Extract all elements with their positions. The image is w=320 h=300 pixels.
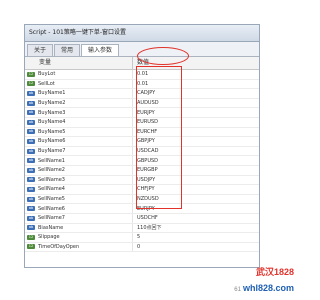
parameter-name: Slippage: [38, 234, 60, 241]
tab-0[interactable]: 关于: [27, 44, 54, 56]
string-type-icon: ab: [27, 129, 35, 135]
window-title: Script - 101策略一键下单-窗口设置: [25, 25, 259, 42]
string-type-icon: ab: [27, 148, 35, 154]
parameter-name: BuyLot: [38, 71, 56, 78]
string-type-icon: ab: [27, 206, 35, 212]
watermark-prefix: 61: [234, 287, 241, 293]
parameter-value[interactable]: 0: [133, 244, 259, 250]
parameter-name: BuyName5: [38, 128, 66, 135]
string-type-icon: ab: [27, 186, 35, 192]
parameter-name: BuyName6: [38, 138, 66, 145]
tab-2[interactable]: 输入参数: [81, 44, 120, 56]
parameter-name: BuyName1: [38, 90, 66, 97]
parameter-name: SellName1: [38, 157, 65, 164]
parameter-name: SellLot: [38, 80, 55, 87]
parameter-name: TimeOfDayOpen: [38, 243, 80, 250]
watermark-line2: whl828.com: [242, 283, 294, 293]
string-type-icon: ab: [27, 119, 35, 125]
parameter-row[interactable]: 12 Slippage 5: [25, 233, 259, 243]
string-type-icon: ab: [27, 215, 35, 221]
parameter-name: SellName2: [38, 167, 65, 174]
string-type-icon: ab: [27, 225, 35, 231]
parameter-name: SellName5: [38, 196, 65, 203]
string-type-icon: ab: [27, 100, 35, 106]
parameter-value[interactable]: 5: [133, 234, 259, 240]
string-type-icon: ab: [27, 196, 35, 202]
tab-1[interactable]: 常用: [54, 44, 81, 56]
string-type-icon: ab: [27, 110, 35, 116]
parameter-name: BiasName: [38, 224, 64, 231]
parameter-name: SellName4: [38, 186, 65, 193]
parameter-name: BuyName7: [38, 148, 66, 155]
string-type-icon: ab: [27, 158, 35, 164]
parameter-row[interactable]: ab BiasName 110点回下: [25, 223, 259, 234]
parameter-name: SellName6: [38, 205, 65, 212]
string-type-icon: ab: [27, 90, 35, 96]
parameter-name: BuyName4: [38, 119, 66, 126]
numeric-type-icon: 12: [27, 234, 35, 240]
parameter-row[interactable]: ab SellName7 USDCHF: [25, 213, 259, 224]
parameter-name: SellName7: [38, 215, 65, 222]
parameter-value[interactable]: 110点回下: [133, 224, 259, 231]
parameter-value[interactable]: USDCHF: [133, 215, 259, 221]
string-type-icon: ab: [27, 167, 35, 173]
parameter-name: BuyName3: [38, 109, 66, 116]
parameter-row[interactable]: 12 TimeOfDayOpen 0: [25, 242, 259, 253]
string-type-icon: ab: [27, 138, 35, 144]
symbol-values-highlight: [136, 66, 182, 209]
lot-values-highlight: [137, 47, 189, 65]
watermark-line1: 武汉1828: [255, 267, 294, 277]
column-header-variable[interactable]: 变量: [25, 57, 133, 69]
numeric-type-icon: 12: [27, 244, 35, 250]
site-watermark: 武汉1828 61 whl828.com: [234, 265, 294, 296]
numeric-type-icon: 12: [27, 71, 35, 77]
string-type-icon: ab: [27, 177, 35, 183]
numeric-type-icon: 12: [27, 81, 35, 87]
parameter-name: BuyName2: [38, 100, 66, 107]
parameter-name: SellName3: [38, 176, 65, 183]
script-settings-window: Script - 101策略一键下单-窗口设置 关于 常用 输入参数 变量 数值 1…: [24, 24, 260, 268]
